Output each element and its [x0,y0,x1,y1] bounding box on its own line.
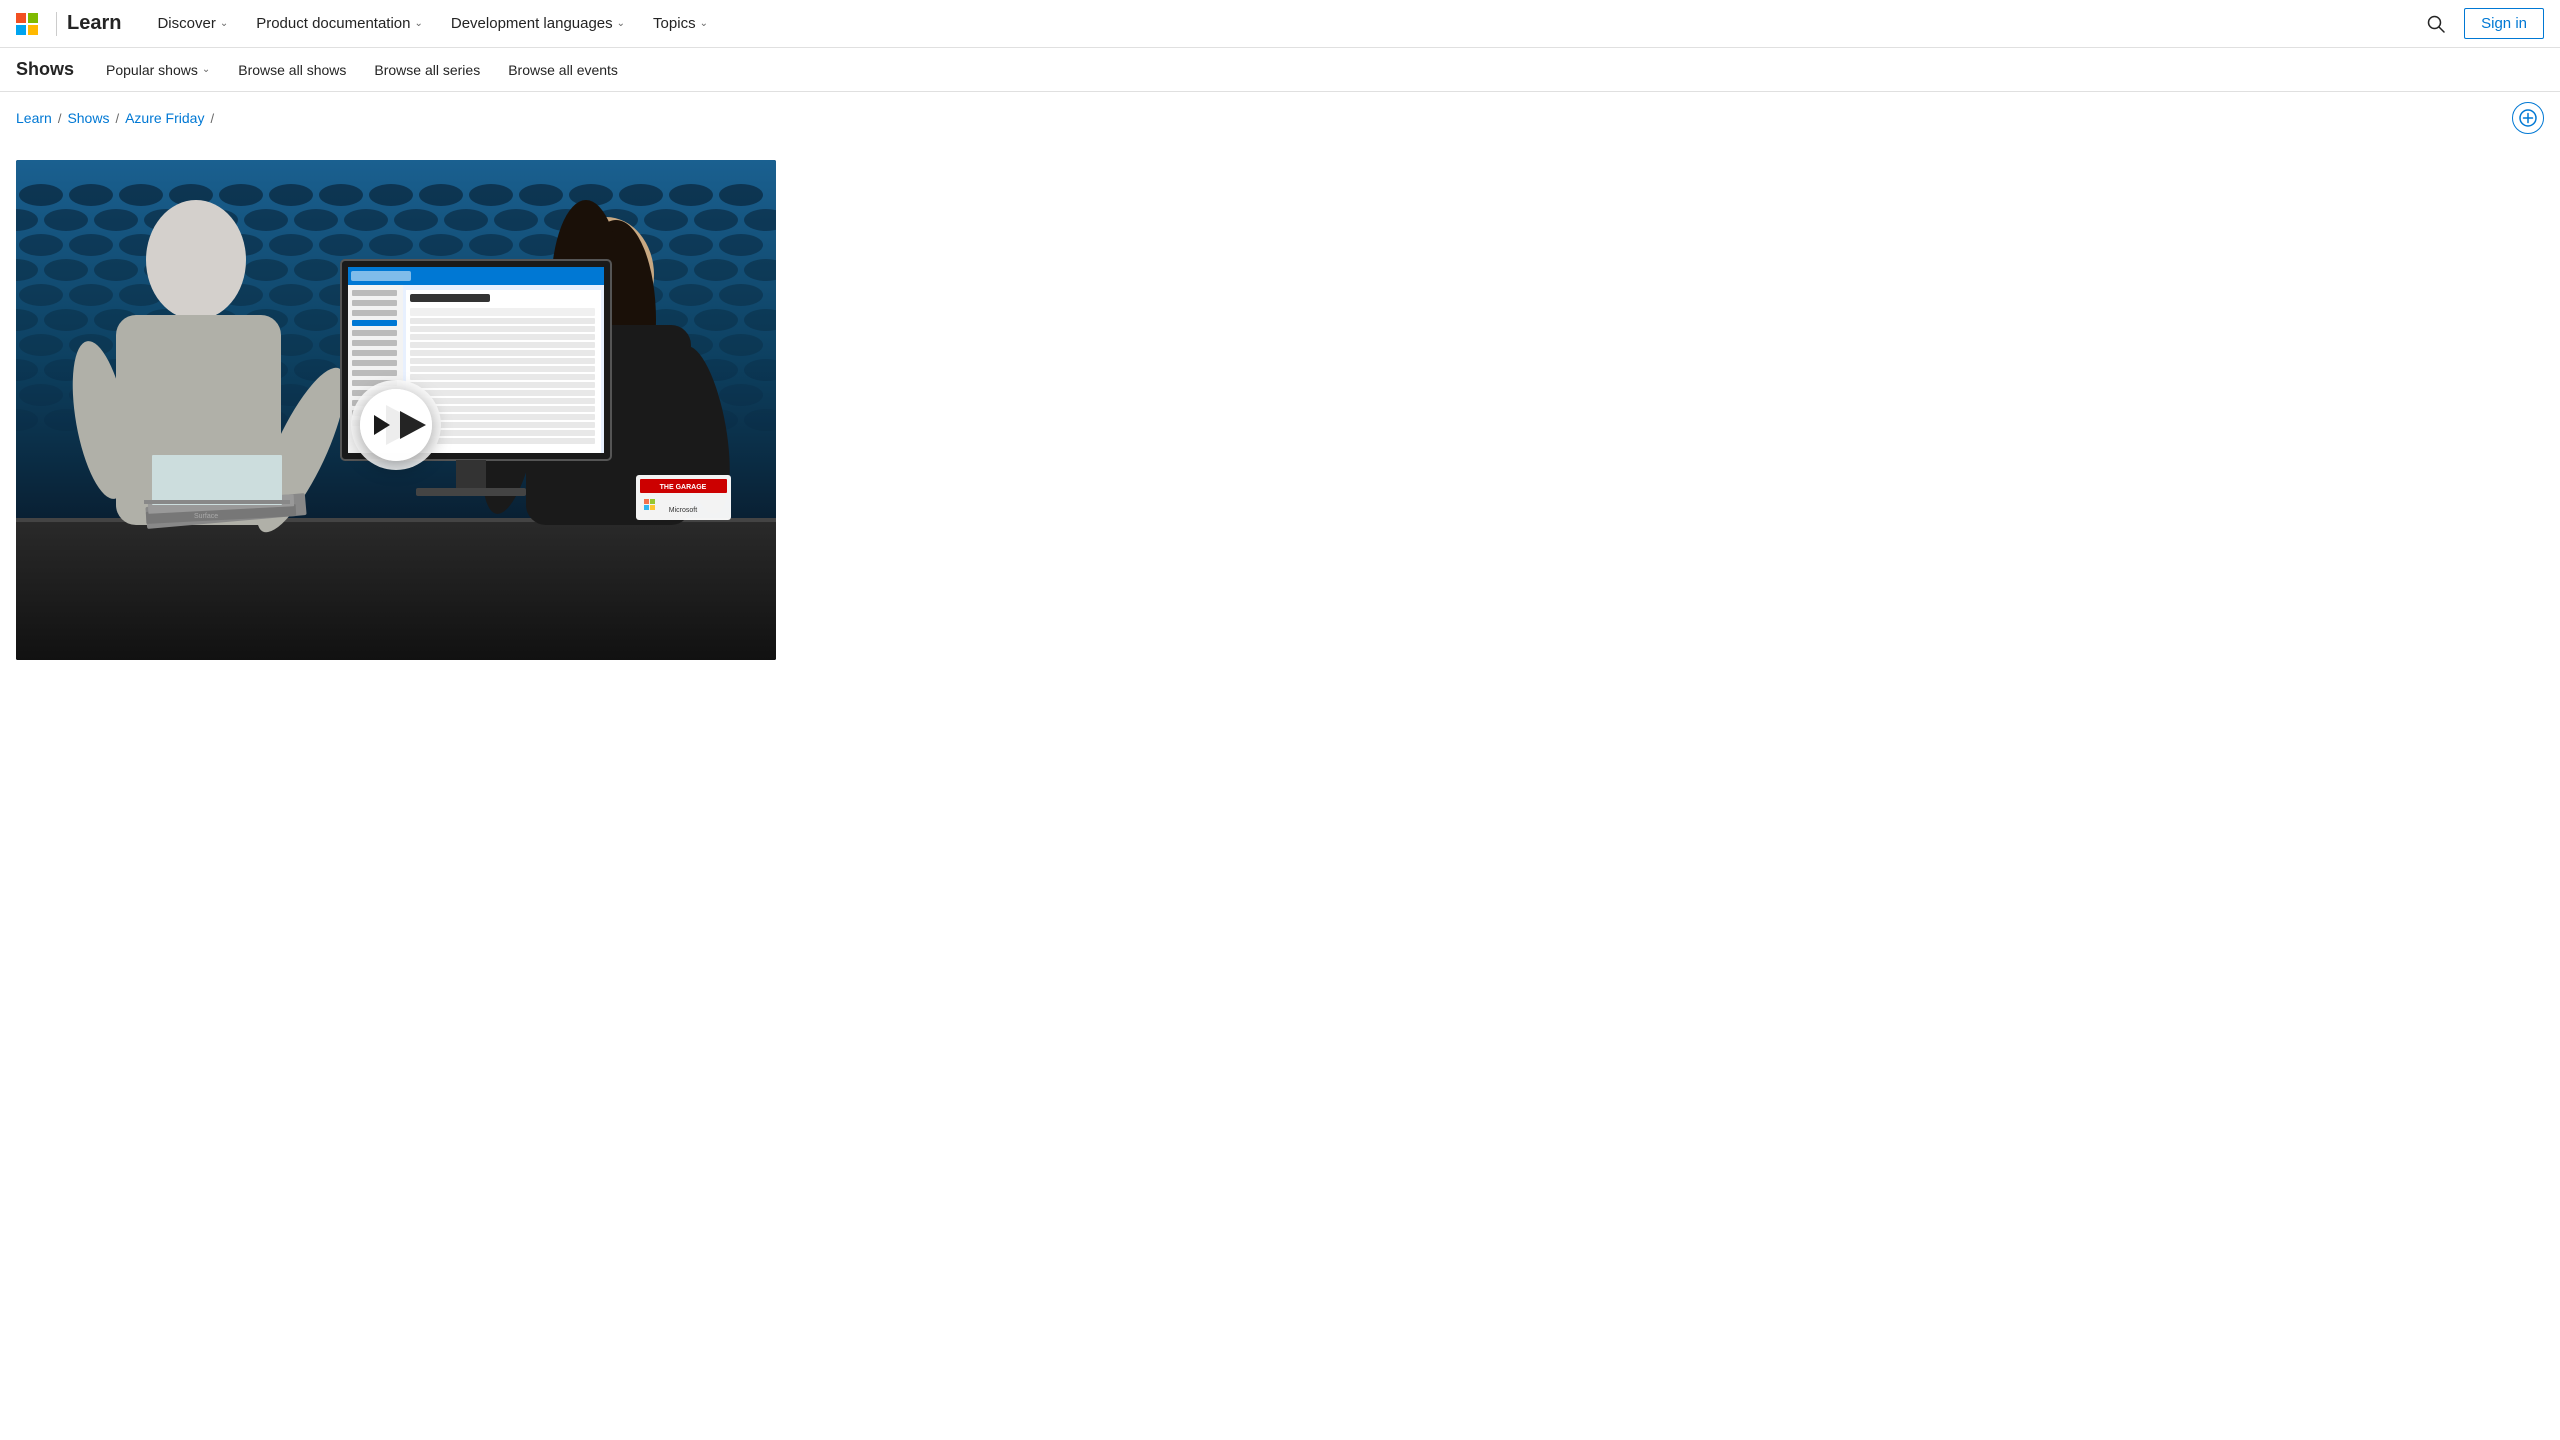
ms-logo-red [16,13,26,23]
popular-shows-label: Popular shows [106,62,198,78]
breadcrumb-sep-3: / [210,111,214,126]
breadcrumb-bar: Learn / Shows / Azure Friday / [0,92,2560,144]
shows-nav-popular-shows[interactable]: Popular shows ⌄ [94,48,222,92]
nav-items: Discover ⌄ Product documentation ⌄ Devel… [145,0,2416,48]
video-wrapper: Surface THE GARAGE Microsoft [16,160,776,660]
nav-topics-chevron: ⌄ [700,18,708,29]
nav-right: Sign in [2416,4,2544,44]
nav-discover-chevron: ⌄ [220,18,228,29]
shows-navigation: Shows Popular shows ⌄ Browse all shows B… [0,48,2560,92]
browse-all-events-label: Browse all events [508,62,618,78]
svg-text:Microsoft: Microsoft [669,507,697,514]
nav-dev-lang-label: Development languages [451,15,613,32]
breadcrumb: Learn / Shows / Azure Friday / [16,110,214,126]
breadcrumb-sep-1: / [58,111,62,126]
popular-shows-chevron: ⌄ [202,64,210,75]
nav-item-development-languages[interactable]: Development languages ⌄ [439,0,637,48]
ms-logo-green [28,13,38,23]
breadcrumb-learn[interactable]: Learn [16,110,52,126]
add-collection-button[interactable] [2512,102,2544,134]
search-icon [2427,15,2445,33]
sign-in-button[interactable]: Sign in [2464,8,2544,39]
play-icon [366,411,394,439]
breadcrumb-azure-friday[interactable]: Azure Friday [125,110,204,126]
nav-discover-label: Discover [157,15,215,32]
nav-item-product-documentation[interactable]: Product documentation ⌄ [244,0,435,48]
shows-nav-title: Shows [16,59,74,80]
nav-product-doc-label: Product documentation [256,15,410,32]
browse-all-series-label: Browse all series [374,62,480,78]
shows-nav-browse-all-events[interactable]: Browse all events [496,48,630,92]
shows-nav-browse-all-series[interactable]: Browse all series [362,48,492,92]
ms-logo-yellow [28,25,38,35]
svg-text:THE GARAGE: THE GARAGE [660,484,707,491]
nav-product-doc-chevron: ⌄ [414,18,422,29]
nav-divider [56,12,57,36]
search-button[interactable] [2416,4,2456,44]
add-collection-icon [2519,109,2537,127]
nav-topics-label: Topics [653,15,696,32]
breadcrumb-shows[interactable]: Shows [67,110,109,126]
breadcrumb-sep-2: / [115,111,119,126]
svg-text:Surface: Surface [194,513,218,520]
ms-logo-blue [16,25,26,35]
ms-logo-grid [16,13,38,35]
shows-nav-browse-all-shows[interactable]: Browse all shows [226,48,358,92]
nav-item-topics[interactable]: Topics ⌄ [641,0,720,48]
play-button[interactable] [360,389,432,461]
nav-dev-lang-chevron: ⌄ [617,18,625,29]
learn-brand-link[interactable]: Learn [67,12,121,35]
top-navigation: Learn Discover ⌄ Product documentation ⌄… [0,0,2560,48]
nav-item-discover[interactable]: Discover ⌄ [145,0,240,48]
browse-all-shows-label: Browse all shows [238,62,346,78]
video-container: Surface THE GARAGE Microsoft [0,144,2560,660]
microsoft-logo [16,13,38,35]
